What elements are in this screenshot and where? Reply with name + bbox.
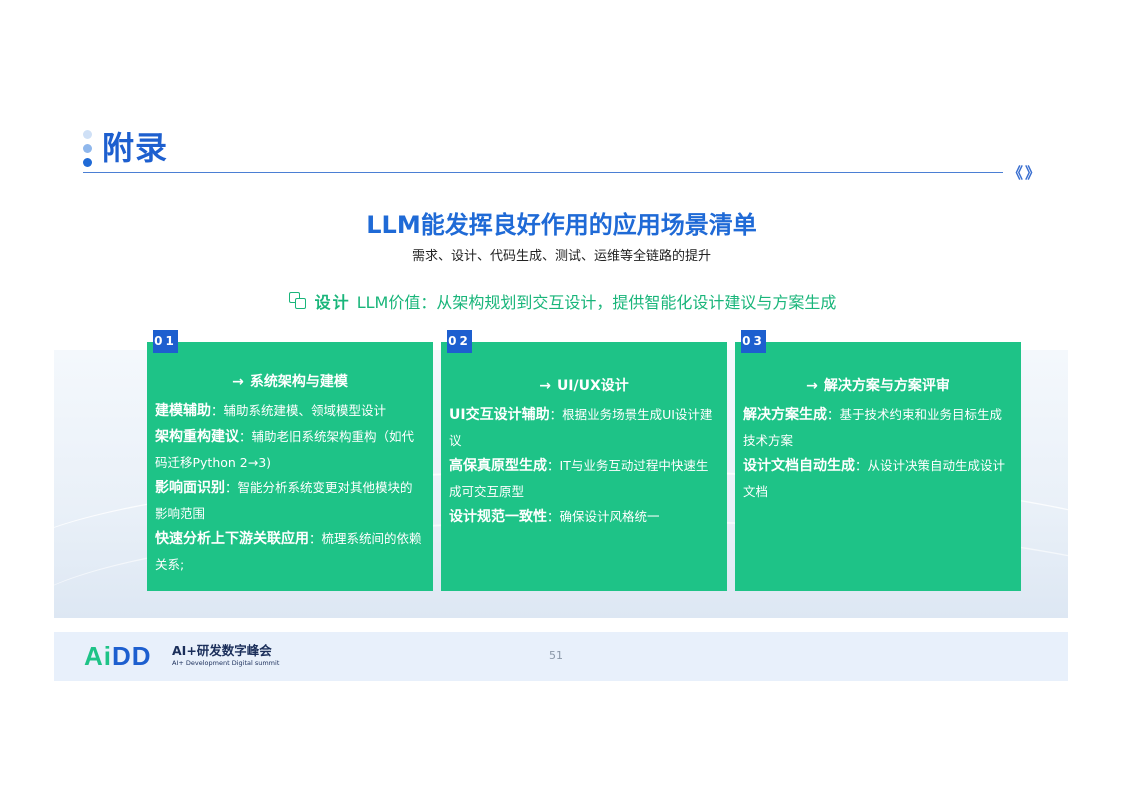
subtitle: 需求、设计、代码生成、测试、运维等全链路的提升: [411, 249, 711, 264]
item-text: 确保设计风格统一: [559, 509, 660, 524]
item-key: 快速分析上下游关联应用: [155, 531, 309, 547]
card-heading: → 系统架构与建模: [155, 372, 425, 392]
item-key: 解决方案生成: [743, 407, 827, 423]
card-heading-text: UI/UX设计: [556, 378, 629, 394]
logo-name: AI+研发数字峰会: [172, 643, 272, 658]
logo-mark-dd: DD: [112, 641, 152, 671]
list-item: UI交互设计辅助：根据业务场景生成UI设计建议: [449, 402, 719, 453]
list-item: 架构重构建议：辅助老旧系统架构重构（如代码迁移Python 2→3): [155, 424, 425, 475]
title-bullet-dots: [83, 130, 93, 168]
item-sep: ：: [549, 407, 563, 422]
bullet-dot: [83, 130, 92, 139]
arrow-right-icon: →: [539, 378, 551, 394]
item-sep: ：: [239, 429, 252, 444]
bullet-dot: [83, 158, 92, 167]
card-number-badge: 01: [153, 330, 178, 353]
list-item: 高保真原型生成：IT与业务互动过程中快速生成可交互原型: [449, 453, 719, 504]
list-item: 快速分析上下游关联应用：梳理系统间的依赖关系;: [155, 526, 425, 577]
item-key: 影响面识别: [155, 480, 225, 496]
footer-bar: AiDD AI+研发数字峰会 AI+ Development Digital s…: [54, 632, 1068, 681]
card-heading-text: 解决方案与方案评审: [823, 378, 950, 394]
list-item: 影响面识别：智能分析系统变更对其他模块的影响范围: [155, 475, 425, 526]
item-key: 设计规范一致性: [449, 509, 547, 525]
card-number-badge: 02: [447, 330, 472, 353]
item-sep: ：: [547, 509, 560, 524]
item-key: 设计文档自动生成: [743, 458, 855, 474]
bullet-dot: [83, 144, 92, 153]
chevron-left-icon[interactable]: 《: [1008, 164, 1023, 182]
card-system-architecture: 01 → 系统架构与建模 建模辅助：辅助系统建模、领域模型设计 架构重构建议：辅助…: [147, 330, 433, 591]
logo-mark: AiDD: [84, 641, 152, 671]
item-sep: ：: [855, 458, 868, 473]
page-title: 附录: [102, 129, 169, 167]
header-divider: [83, 172, 1003, 173]
item-sep: ：: [547, 458, 560, 473]
item-key: 建模辅助: [155, 403, 211, 419]
page-number: 51: [549, 649, 563, 662]
logo-mark-a: Ai: [84, 641, 112, 671]
value-statement: 设计 LLM价值：从架构规划到交互设计，提供智能化设计建议与方案生成: [0, 291, 1123, 315]
list-item: 设计规范一致性：确保设计风格统一: [449, 504, 719, 530]
list-item: 解决方案生成：基于技术约束和业务目标生成技术方案: [743, 402, 1013, 453]
card-heading: → UI/UX设计: [449, 376, 719, 396]
item-text: 辅助系统建模、领域模型设计: [223, 403, 387, 418]
value-key: 设计: [314, 293, 351, 312]
chevron-right-icon[interactable]: 》: [1025, 164, 1040, 182]
item-key: UI交互设计辅助: [449, 407, 550, 423]
main-title: LLM能发挥良好作用的应用场景清单: [366, 211, 757, 239]
item-sep: ：: [309, 531, 322, 546]
card-number-badge: 03: [741, 330, 766, 353]
card-heading-text: 系统架构与建模: [249, 374, 348, 390]
copy-design-icon: [287, 291, 309, 311]
list-item: 建模辅助：辅助系统建模、领域模型设计: [155, 398, 425, 424]
arrow-right-icon: →: [806, 378, 818, 394]
item-sep: ：: [225, 480, 238, 495]
arrow-right-icon: →: [232, 374, 244, 390]
card-ui-ux-design: 02 → UI/UX设计 UI交互设计辅助：根据业务场景生成UI设计建议 高保真原…: [441, 330, 727, 591]
card-solution-review: 03 → 解决方案与方案评审 解决方案生成：基于技术约束和业务目标生成技术方案 设…: [735, 330, 1021, 591]
item-key: 架构重构建议: [155, 429, 239, 445]
item-key: 高保真原型生成: [449, 458, 547, 474]
card-heading: → 解决方案与方案评审: [743, 376, 1013, 396]
list-item: 设计文档自动生成：从设计决策自动生成设计文档: [743, 453, 1013, 504]
item-sep: ：: [211, 403, 224, 418]
logo-subtitle: AI+ Development Digital summit: [172, 659, 280, 667]
value-text: LLM价值：从架构规划到交互设计，提供智能化设计建议与方案生成: [356, 293, 837, 312]
item-sep: ：: [827, 407, 840, 422]
